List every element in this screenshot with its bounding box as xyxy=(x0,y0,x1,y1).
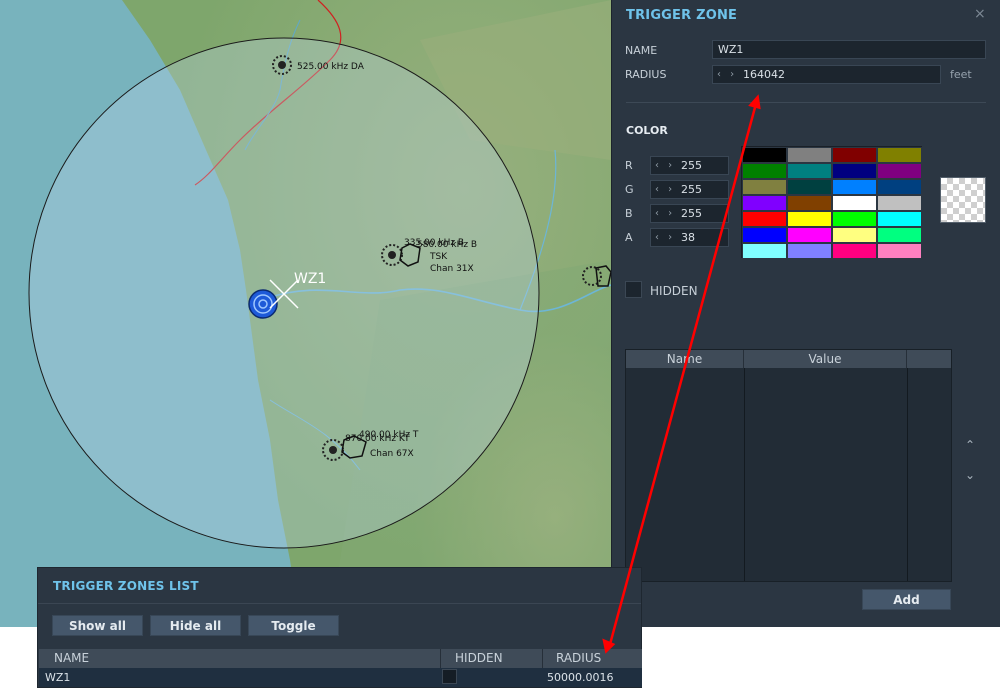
color-swatch[interactable] xyxy=(877,179,922,195)
add-button[interactable]: Add xyxy=(862,589,951,610)
channel-value: 255 xyxy=(681,207,702,220)
color-swatch[interactable] xyxy=(787,195,832,211)
beacon-label: 580.00 kHz B xyxy=(417,240,477,250)
close-icon[interactable]: × xyxy=(974,6,986,22)
column-header-hidden[interactable]: HIDDEN xyxy=(455,649,503,668)
radius-value: 164042 xyxy=(743,68,785,81)
color-swatch[interactable] xyxy=(877,243,922,259)
name-input[interactable] xyxy=(712,40,986,59)
radius-label: RADIUS xyxy=(625,68,667,81)
beacon-label: 870.00 kHz KT xyxy=(345,434,410,444)
channel-label: A xyxy=(625,231,633,244)
column-header-name[interactable]: Name xyxy=(626,350,744,368)
map-view[interactable]: WZ1 525.00 kHz DA 335.00 kHz B 580.00 kH… xyxy=(0,0,611,627)
table-row[interactable]: WZ1 50000.0016 xyxy=(39,668,642,687)
color-swatch[interactable] xyxy=(832,147,877,163)
divider xyxy=(626,102,986,103)
channel-stepper[interactable]: ‹ › 255 xyxy=(650,204,729,223)
hidden-label: HIDDEN xyxy=(650,284,698,298)
zone-name-cell: WZ1 xyxy=(45,671,71,684)
radius-unit: feet xyxy=(950,68,972,81)
tacan-label: Chan 67X xyxy=(370,449,414,459)
column-header-extra xyxy=(907,350,951,368)
color-swatch[interactable] xyxy=(742,227,787,243)
color-swatch[interactable] xyxy=(877,147,922,163)
stepper-arrows-icon[interactable]: ‹ › xyxy=(655,181,675,198)
color-swatch[interactable] xyxy=(742,163,787,179)
trigger-zones-list-panel: TRIGGER ZONES LIST Show all Hide all Tog… xyxy=(37,567,642,688)
channel-value: 38 xyxy=(681,231,695,244)
color-swatch[interactable] xyxy=(787,179,832,195)
stepper-arrows-icon[interactable]: ‹ › xyxy=(655,157,675,174)
channel-value: 255 xyxy=(681,183,702,196)
zone-label: WZ1 xyxy=(294,271,326,287)
color-swatch[interactable] xyxy=(832,179,877,195)
color-swatch[interactable] xyxy=(742,147,787,163)
color-swatch[interactable] xyxy=(877,227,922,243)
list-header: NAME HIDDEN RADIUS xyxy=(39,649,642,668)
channel-stepper[interactable]: ‹ › 255 xyxy=(650,156,729,175)
color-swatch[interactable] xyxy=(877,195,922,211)
properties-table[interactable]: Name Value xyxy=(625,349,952,582)
color-preview xyxy=(940,177,986,223)
color-swatch[interactable] xyxy=(787,211,832,227)
channel-label: B xyxy=(625,207,633,220)
trigger-zone-panel: TRIGGER ZONE × NAME RADIUS ‹ › 164042 fe… xyxy=(611,0,1000,627)
color-swatch[interactable] xyxy=(742,195,787,211)
color-swatch[interactable] xyxy=(787,147,832,163)
list-panel-title: TRIGGER ZONES LIST xyxy=(53,579,199,593)
channel-label: R xyxy=(625,159,633,172)
channel-value: 255 xyxy=(681,159,702,172)
name-label: NAME xyxy=(625,44,658,57)
zone-hidden-checkbox[interactable] xyxy=(442,669,457,684)
panel-title: TRIGGER ZONE xyxy=(626,8,738,23)
color-swatch[interactable] xyxy=(832,243,877,259)
move-up-icon[interactable]: ⌃ xyxy=(965,438,975,452)
channel-stepper[interactable]: ‹ › 38 xyxy=(650,228,729,247)
color-swatch[interactable] xyxy=(832,227,877,243)
color-swatch[interactable] xyxy=(787,243,832,259)
color-swatch[interactable] xyxy=(877,163,922,179)
column-header-radius[interactable]: RADIUS xyxy=(556,649,601,668)
color-swatch[interactable] xyxy=(787,163,832,179)
divider xyxy=(38,603,641,604)
color-palette[interactable] xyxy=(741,146,922,259)
channel-stepper[interactable]: ‹ › 255 xyxy=(650,180,729,199)
channel-label: G xyxy=(625,183,634,196)
column-header-value[interactable]: Value xyxy=(744,350,907,368)
radius-stepper[interactable]: ‹ › 164042 xyxy=(712,65,941,84)
color-swatch[interactable] xyxy=(742,179,787,195)
color-swatch[interactable] xyxy=(787,227,832,243)
stepper-arrows-icon[interactable]: ‹ › xyxy=(717,66,737,83)
hidden-checkbox[interactable] xyxy=(625,281,642,298)
color-swatch[interactable] xyxy=(832,195,877,211)
color-swatch[interactable] xyxy=(832,211,877,227)
color-swatch[interactable] xyxy=(832,163,877,179)
tacan-label: Chan 31X xyxy=(430,264,474,274)
show-all-button[interactable]: Show all xyxy=(52,615,143,636)
hide-all-button[interactable]: Hide all xyxy=(150,615,241,636)
color-heading: COLOR xyxy=(626,124,668,137)
color-swatch[interactable] xyxy=(877,211,922,227)
color-swatch[interactable] xyxy=(742,211,787,227)
toggle-button[interactable]: Toggle xyxy=(248,615,339,636)
color-swatch[interactable] xyxy=(742,243,787,259)
beacon-label: 525.00 kHz DA xyxy=(297,62,365,72)
column-header-name[interactable]: NAME xyxy=(54,649,89,668)
tacan-label: TSK xyxy=(429,252,448,262)
stepper-arrows-icon[interactable]: ‹ › xyxy=(655,229,675,246)
zone-radius-cell: 50000.0016 xyxy=(547,671,614,684)
move-down-icon[interactable]: ⌄ xyxy=(965,468,975,482)
stepper-arrows-icon[interactable]: ‹ › xyxy=(655,205,675,222)
